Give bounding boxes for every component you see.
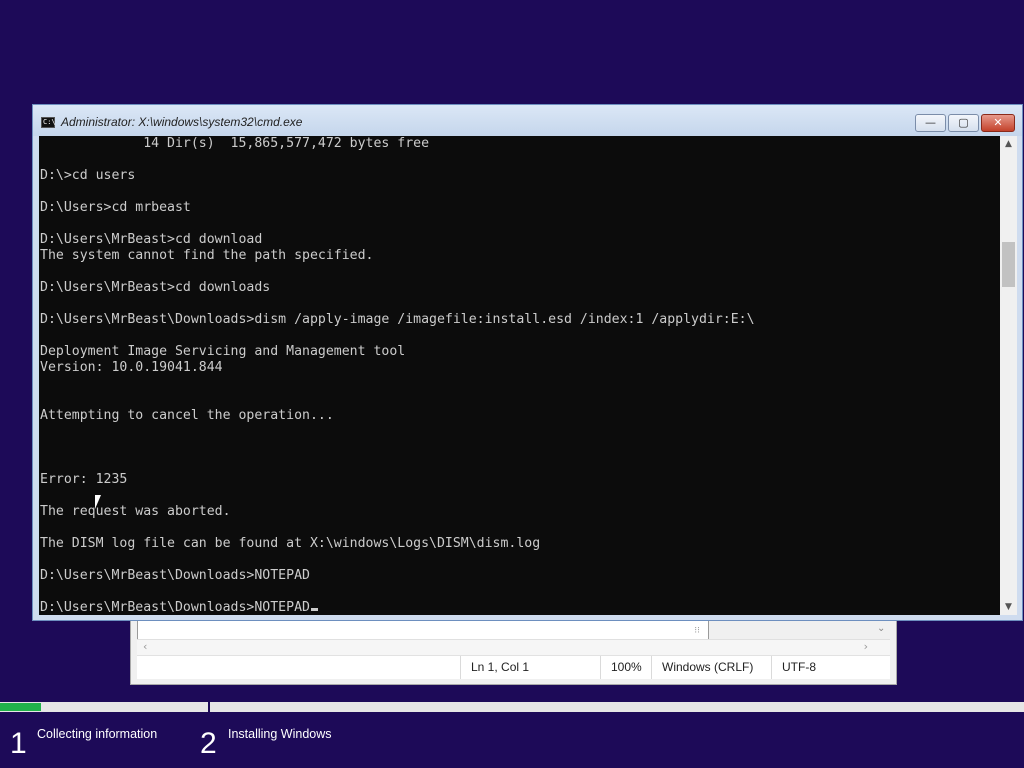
console-line: Error: 1235 — [40, 472, 128, 487]
status-encoding: UTF-8 — [771, 656, 890, 679]
console-line: D:\Users\MrBeast>cd download — [40, 232, 263, 247]
maximize-button[interactable]: ▢ — [948, 114, 979, 132]
console-line: D:\Users\MrBeast>cd downloads — [40, 280, 271, 295]
step-1-number: 1 — [10, 727, 27, 760]
setup-progress-bar — [0, 702, 1024, 714]
window-title: Administrator: X:\windows\system32\cmd.e… — [61, 115, 303, 129]
notepad-status-bar: Ln 1, Col 1 100% Windows (CRLF) UTF-8 — [137, 655, 890, 679]
console-line: Attempting to cancel the operation... — [40, 408, 334, 423]
cmd-title-bar[interactable]: C:\ Administrator: X:\windows\system32\c… — [33, 105, 1022, 136]
console-line: Version: 10.0.19041.844 — [40, 360, 223, 375]
console-line: The system cannot find the path specifie… — [40, 248, 374, 263]
console-vertical-scrollbar[interactable]: ▲ ▼ — [1000, 136, 1017, 615]
close-button[interactable]: ✕ — [981, 114, 1015, 132]
console-line: D:\Users\MrBeast\Downloads>NOTEPAD — [40, 568, 310, 583]
resize-grip-icon: ⁝⁝ — [694, 626, 700, 636]
notepad-horizontal-scrollbar[interactable]: ‹ › — [137, 639, 890, 655]
scroll-right-icon[interactable]: › — [864, 640, 868, 653]
mouse-pointer-icon — [95, 495, 101, 509]
console-icon: C:\ — [41, 117, 56, 128]
console-line: The DISM log file can be found at X:\win… — [40, 536, 541, 551]
text-cursor — [310, 608, 318, 611]
scroll-left-icon[interactable]: ‹ — [143, 640, 147, 653]
console-line: D:\Users\MrBeast\Downloads>dism /apply-i… — [40, 312, 755, 327]
status-line-ending: Windows (CRLF) — [651, 656, 771, 679]
console-line: D:\Users\MrBeast\Downloads>NOTEPAD — [40, 600, 755, 615]
console-output[interactable]: 14 Dir(s) 15,865,577,472 bytes free D:\>c… — [39, 136, 1000, 615]
setup-progress-fill — [0, 703, 41, 711]
status-zoom: 100% — [600, 656, 651, 679]
console-line: D:\>cd users — [40, 168, 136, 183]
scroll-down-icon[interactable]: ▼ — [1000, 599, 1017, 615]
console-line: 14 Dir(s) 15,865,577,472 bytes free — [40, 136, 430, 151]
minimize-button[interactable]: — — [915, 114, 946, 132]
console-text: 14 Dir(s) 15,865,577,472 bytes free D:\>c… — [40, 136, 755, 615]
status-cursor-position: Ln 1, Col 1 — [460, 656, 600, 679]
scroll-up-icon[interactable]: ▲ — [1000, 136, 1017, 152]
step-2-number: 2 — [200, 727, 217, 760]
scroll-down-icon[interactable]: ⌄ — [877, 623, 885, 634]
console-line: D:\Users>cd mrbeast — [40, 200, 191, 215]
step-1-label: Collecting information — [37, 727, 158, 741]
console-line: Deployment Image Servicing and Managemen… — [40, 344, 406, 359]
scrollbar-thumb[interactable] — [1002, 242, 1015, 287]
console-line: The request was aborted. — [40, 504, 231, 519]
progress-step-divider — [208, 702, 210, 714]
step-2-label: Installing Windows — [228, 727, 332, 741]
cmd-window: C:\ Administrator: X:\windows\system32\c… — [32, 104, 1023, 621]
